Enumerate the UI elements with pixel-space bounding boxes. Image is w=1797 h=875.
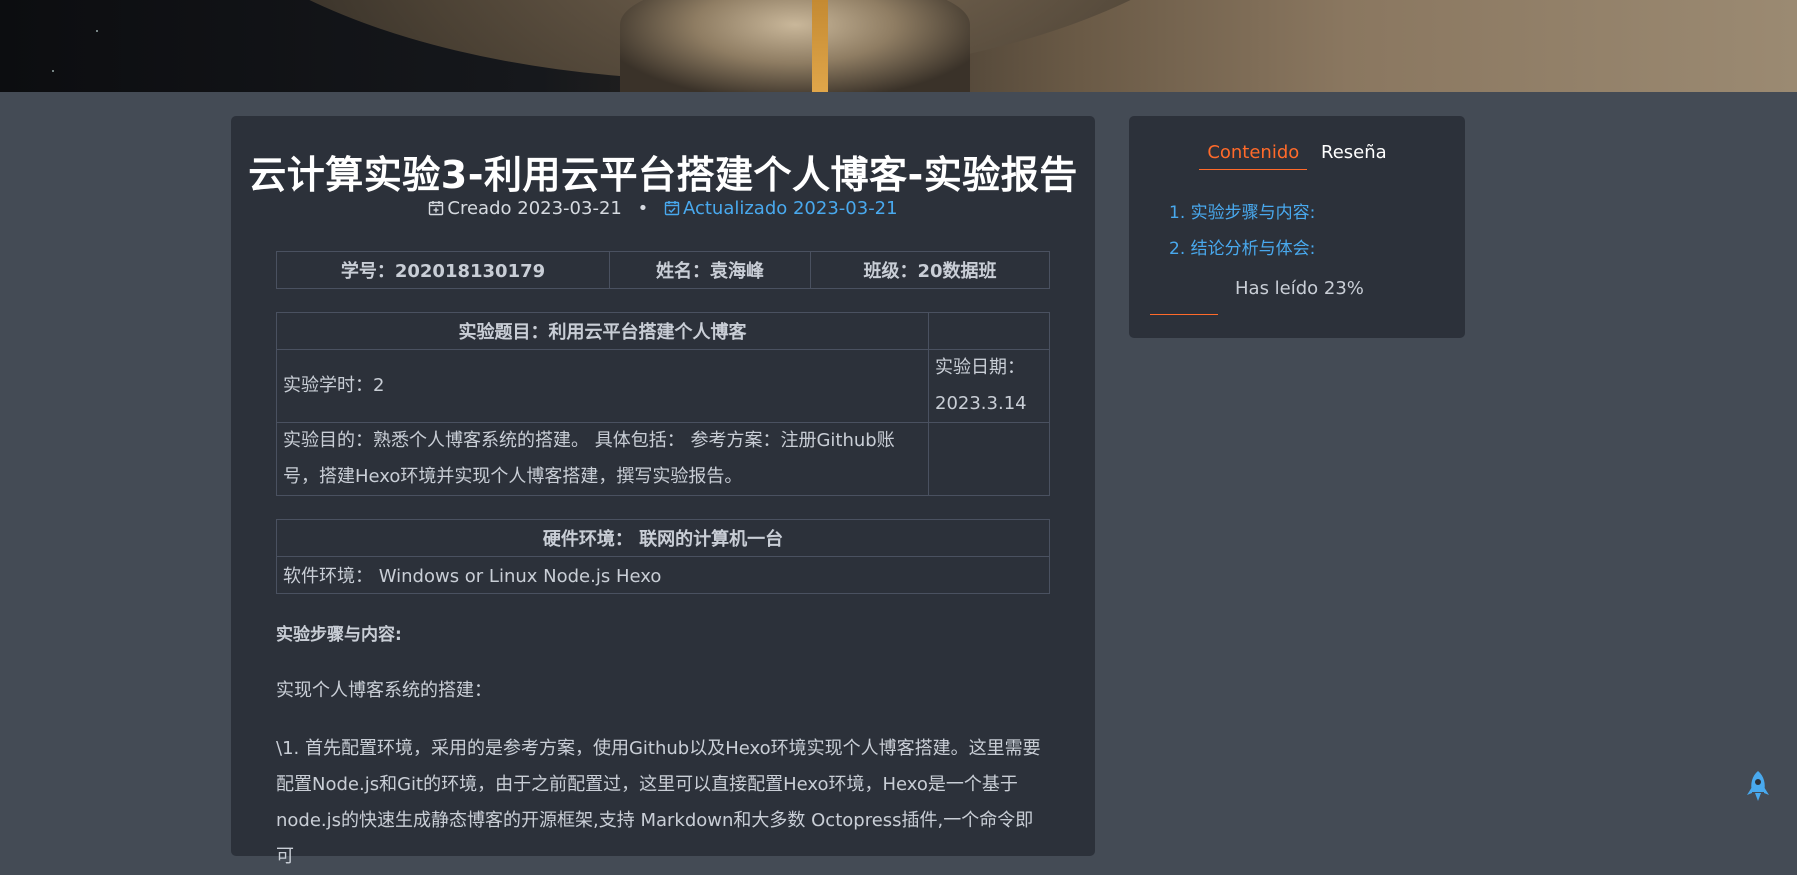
calendar-plus-icon <box>429 201 444 216</box>
student-info-table: 学号：202018130179 姓名：袁海峰 班级：20数据班 <box>276 251 1050 289</box>
experiment-hours-cell: 实验学时：2 <box>276 349 929 423</box>
paragraph: 实现个人博客系统的搭建： <box>276 680 492 701</box>
rocket-icon[interactable] <box>1744 770 1772 804</box>
experiment-date-value: 2023.3.14 <box>935 393 1027 414</box>
calendar-check-icon <box>664 201 680 216</box>
updated-date: Actualizado 2023-03-21 <box>664 198 898 219</box>
header-banner <box>0 0 1797 92</box>
read-progress-text: Has leído 23% <box>1235 278 1364 299</box>
table-row: 实验题目：利用云平台搭建个人博客 <box>276 312 1050 350</box>
student-id-cell: 学号：202018130179 <box>276 251 610 289</box>
post-card: 云计算实验3-利用云平台搭建个人博客-实验报告 Creado 2023-03-2… <box>231 116 1095 867</box>
read-progress-bar <box>1150 314 1444 315</box>
purpose-line: 号，搭建Hexo环境并实现个人博客搭建，撰写实验报告。 <box>283 466 743 487</box>
paragraph: \1. 首先配置环境，采用的是参考方案，使用Github以及Hexo环境实现个人… <box>276 731 1050 875</box>
experiment-date-label: 实验日期： <box>935 357 1025 378</box>
table-of-contents: 1. 实验步骤与内容: 2. 结论分析与体会: <box>1169 198 1315 270</box>
tab-resena[interactable]: Reseña <box>1313 142 1395 169</box>
post-meta: Creado 2023-03-21 • Actualizado 2023-03-… <box>231 198 1095 219</box>
toc-item-conclusion[interactable]: 2. 结论分析与体会: <box>1169 234 1315 270</box>
experiment-date-cell: 实验日期： 2023.3.14 <box>928 349 1050 423</box>
empty-cell <box>928 422 1050 496</box>
experiment-purpose-cell: 实验目的：熟悉个人博客系统的搭建。 具体包括： 参考方案：注册Github账 号… <box>276 422 929 496</box>
paragraph-line: node.js的快速生成静态博客的开源框架,支持 Markdown和大多数 Oc… <box>276 810 1034 867</box>
hardware-header: 硬件环境： 联网的计算机一台 <box>276 519 1050 557</box>
experiment-table: 实验题目：利用云平台搭建个人博客 实验学时：2 实验日期： 2023.3.14 … <box>276 312 1050 496</box>
banner-star <box>52 70 54 72</box>
tab-contenido[interactable]: Contenido <box>1199 142 1308 170</box>
sidebar-tabs: Contenido Reseña <box>1129 142 1465 170</box>
table-row: 软件环境： Windows or Linux Node.js Hexo <box>276 556 1050 594</box>
created-label: Creado 2023-03-21 <box>447 198 622 219</box>
updated-label: Actualizado 2023-03-21 <box>682 198 898 219</box>
paragraph-line: \1. 首先配置环境，采用的是参考方案，使用Github以及Hexo环境实现个人… <box>276 738 1041 759</box>
software-cell: 软件环境： Windows or Linux Node.js Hexo <box>276 556 1050 594</box>
banner-star <box>96 30 98 32</box>
section-heading: 实验步骤与内容: <box>276 625 402 645</box>
paragraph-line: 配置Node.js和Git的环境，由于之前配置过，这里可以直接配置Hexo环境，… <box>276 774 1018 795</box>
created-date: Creado 2023-03-21 <box>428 198 627 219</box>
post-title: 云计算实验3-利用云平台搭建个人博客-实验报告 <box>248 153 1078 197</box>
purpose-line: 实验目的：熟悉个人博客系统的搭建。 具体包括： 参考方案：注册Github账 <box>283 430 895 451</box>
experiment-title-header: 实验题目：利用云平台搭建个人博客 <box>276 312 929 350</box>
student-class-cell: 班级：20数据班 <box>810 251 1050 289</box>
environment-table: 硬件环境： 联网的计算机一台 软件环境： Windows or Linux No… <box>276 519 1050 594</box>
table-row: 学号：202018130179 姓名：袁海峰 班级：20数据班 <box>276 251 1050 289</box>
toc-item-steps[interactable]: 1. 实验步骤与内容: <box>1169 198 1315 234</box>
banner-astronaut <box>620 0 970 92</box>
table-row: 硬件环境： 联网的计算机一台 <box>276 519 1050 557</box>
table-row: 实验目的：熟悉个人博客系统的搭建。 具体包括： 参考方案：注册Github账 号… <box>276 422 1050 496</box>
meta-separator: • <box>637 198 649 219</box>
table-row: 实验学时：2 实验日期： 2023.3.14 <box>276 349 1050 423</box>
sidebar-card: Contenido Reseña 1. 实验步骤与内容: 2. 结论分析与体会:… <box>1129 116 1465 338</box>
banner-strap <box>812 0 828 92</box>
empty-header <box>928 312 1050 350</box>
read-progress-fill <box>1150 314 1218 315</box>
student-name-cell: 姓名：袁海峰 <box>609 251 811 289</box>
